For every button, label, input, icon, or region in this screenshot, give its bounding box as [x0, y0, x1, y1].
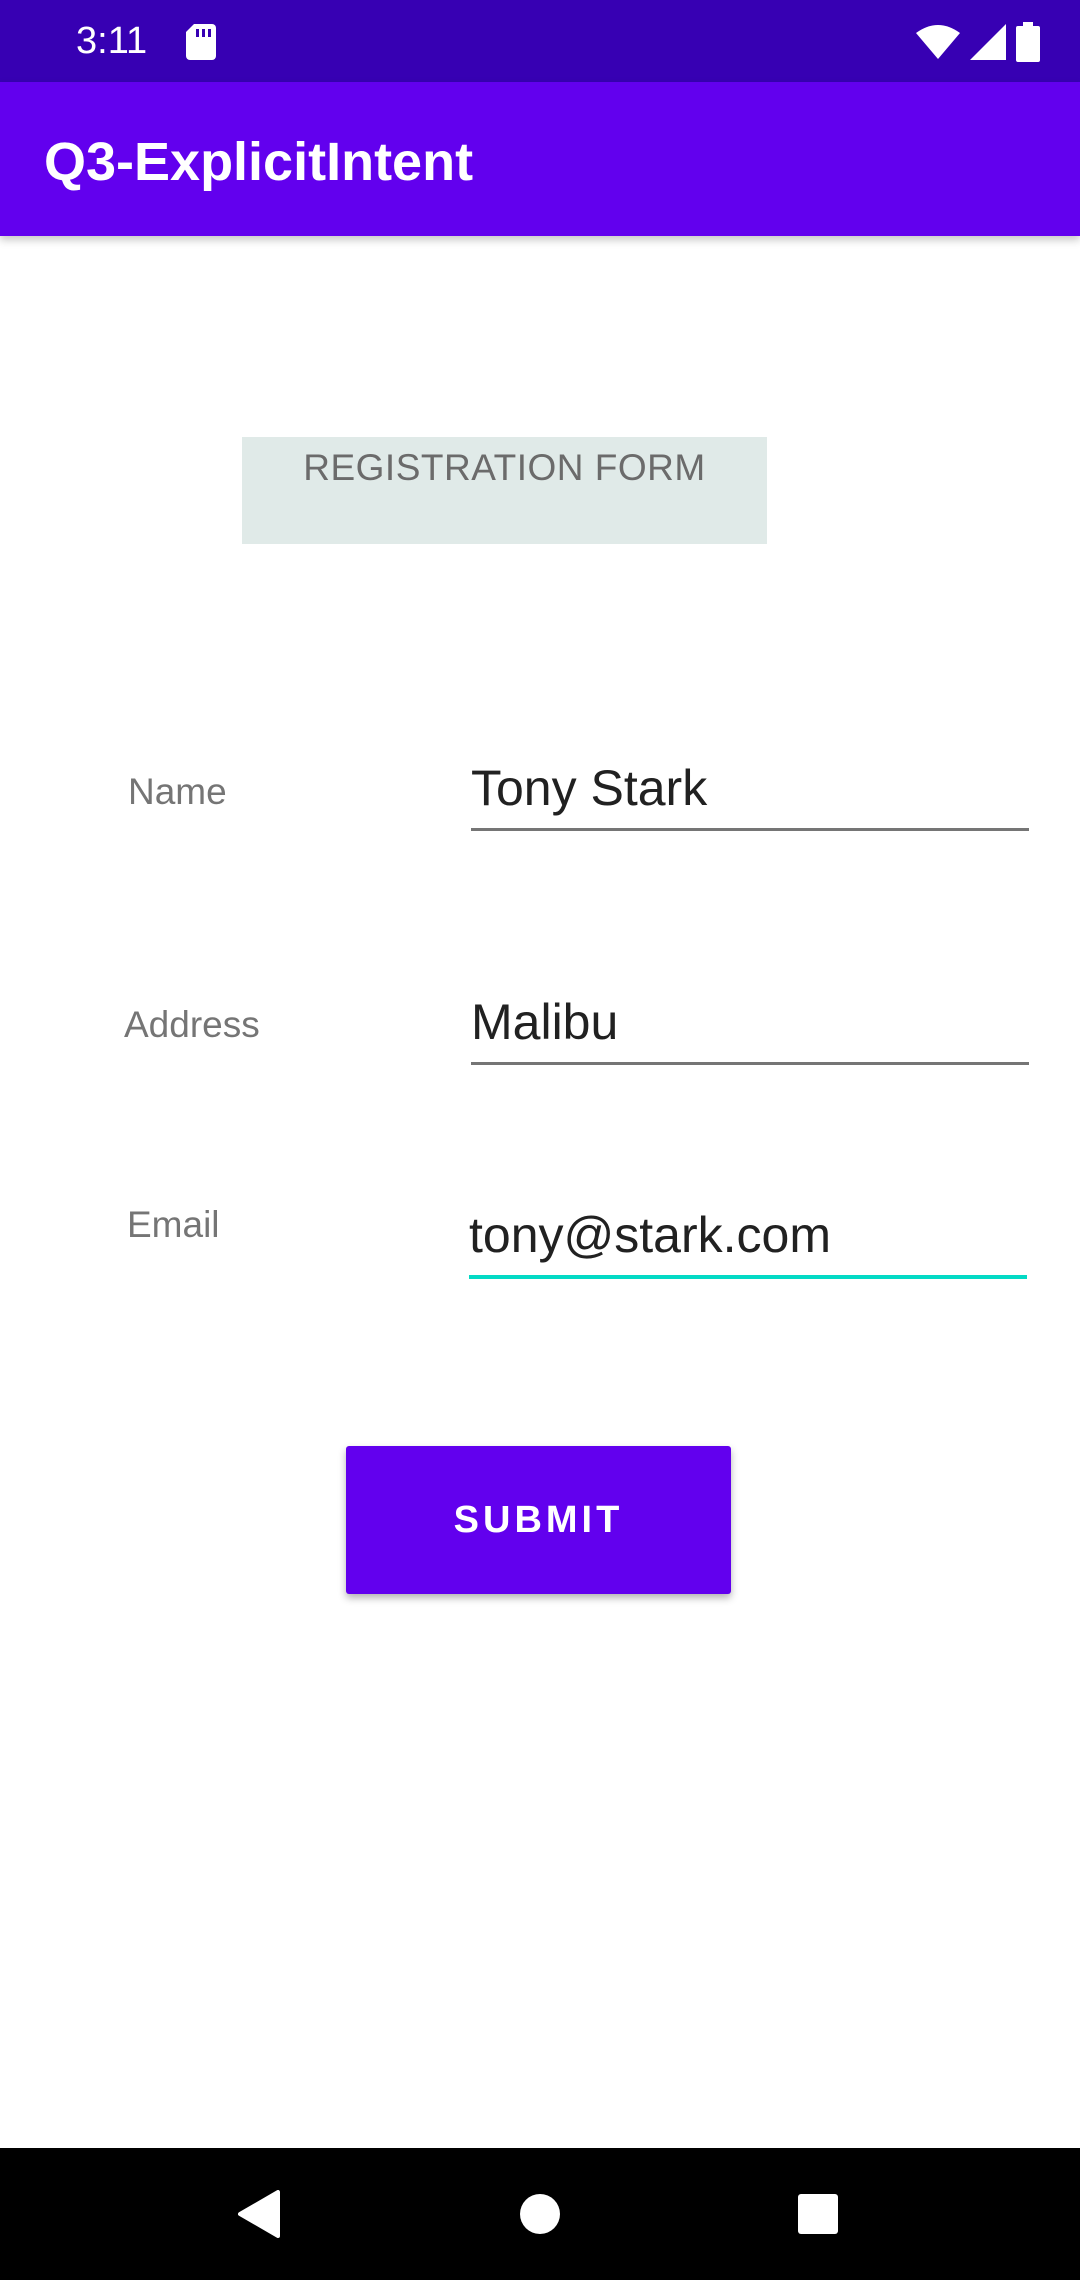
sd-card-icon [186, 24, 216, 60]
email-field[interactable]: tony@stark.com [469, 1205, 1027, 1279]
app-screen: 3:11 Q3-ExplicitIntent REGISTRATION FORM [0, 0, 1080, 2280]
app-title: Q3-ExplicitIntent [44, 132, 474, 192]
submit-button[interactable]: SUBMIT [346, 1446, 731, 1594]
name-field[interactable]: Tony Stark [471, 757, 1029, 831]
email-label: Email [127, 1204, 220, 1245]
recents-button[interactable] [788, 2184, 848, 2244]
signal-icon [970, 24, 1006, 60]
address-field[interactable]: Malibu [471, 991, 1029, 1065]
back-icon [238, 2190, 280, 2238]
recents-icon [798, 2194, 838, 2234]
status-icons [916, 22, 1040, 62]
navigation-bar [0, 2148, 1080, 2280]
app-bar: Q3-ExplicitIntent [0, 82, 1080, 236]
name-label: Name [128, 771, 227, 812]
back-button[interactable] [230, 2184, 290, 2244]
status-time: 3:11 [76, 20, 148, 62]
email-value: tony@stark.com [469, 1207, 831, 1263]
address-value: Malibu [471, 994, 619, 1050]
form-heading: REGISTRATION FORM [242, 437, 767, 544]
battery-icon [1016, 22, 1040, 62]
address-label: Address [124, 1004, 260, 1045]
form-heading-text: REGISTRATION FORM [303, 447, 706, 488]
submit-label: SUBMIT [453, 1498, 624, 1541]
name-value: Tony Stark [471, 760, 708, 816]
home-icon [520, 2194, 560, 2234]
wifi-icon [916, 25, 960, 59]
status-bar: 3:11 [0, 0, 1080, 82]
home-button[interactable] [510, 2184, 570, 2244]
